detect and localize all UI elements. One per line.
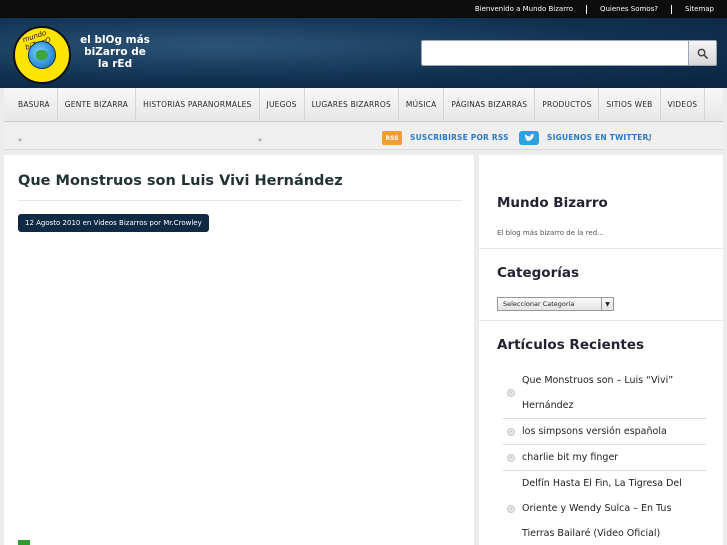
list-item[interactable]: › Que Monstruos son – Luis “Vivi” Hernánd… (503, 368, 706, 419)
widget-title-categorias: Categorías (497, 265, 579, 281)
globe-icon (28, 41, 56, 69)
search-icon (697, 48, 708, 59)
list-item[interactable]: › charlie bit my finger (503, 445, 706, 471)
site-logo[interactable]: mundo biZarrO (13, 26, 71, 84)
category-select-value: Seleccionar Categoría (503, 300, 575, 308)
bullet-icon: › (507, 453, 515, 462)
subnav-dot: » (258, 136, 263, 144)
sidebar: Mundo Bizarro El blog más bizarro de la … (479, 155, 723, 545)
nav-item-productos[interactable]: PRODUCTOS (535, 87, 600, 122)
rss-icon-label: RSS (385, 134, 399, 142)
bullet-icon: › (507, 389, 515, 397)
list-item[interactable]: › Delfín Hasta El Fin, La Tigresa Del Ori… (503, 471, 706, 545)
nav-item-paginas-bizarras[interactable]: PÁGINAS BIZARRAS (444, 87, 536, 122)
nav-item-historias-paranormales[interactable]: HISTORIAS PARANORMALES (136, 87, 260, 122)
list-item[interactable]: › los simpsons versión española (503, 419, 706, 445)
sitemap-link[interactable]: Sitemap (672, 5, 727, 13)
category-select[interactable]: Seleccionar Categoría ▼ (497, 297, 614, 311)
recent-article-link[interactable]: los simpsons versión española (522, 426, 667, 437)
nav-item-gente-bizarra[interactable]: GENTE BIZARRA (58, 87, 137, 122)
widget-title-articulos-recientes: Artículos Recientes (497, 337, 645, 353)
search-input[interactable] (421, 40, 689, 66)
main-content: Que Monstruos son Luis Vivi Hernández 12… (4, 155, 474, 545)
post-title[interactable]: Que Monstruos son Luis Vivi Hernández (18, 173, 343, 189)
twitter-bird-icon (524, 133, 535, 141)
rss-subscribe-link[interactable]: SUSCRIBIRSE POR RSS (410, 133, 509, 142)
nav-item-videos[interactable]: VIDEOS (661, 87, 706, 122)
top-bar: Bienvenido a Mundo Bizarro Quienes Somos… (0, 0, 727, 18)
widget-title-mundo-bizarro: Mundo Bizarro (497, 195, 608, 211)
search-bar (421, 40, 717, 66)
site-header: mundo biZarrO el blOg más biZarro de la … (0, 18, 727, 88)
nav-item-lugares-bizarros[interactable]: LUGARES BIZARROS (305, 87, 399, 122)
search-button[interactable] (689, 40, 717, 66)
post-meta: 12 Agosto 2010 en Videos Bizarros por Mr… (18, 214, 209, 232)
widget-divider (479, 248, 723, 249)
bullet-icon: › (507, 427, 515, 436)
twitter-icon[interactable] (519, 131, 539, 145)
recent-article-link[interactable]: charlie bit my finger (522, 452, 618, 463)
main-nav: BASURA GENTE BIZARRA HISTORIAS PARANORMA… (4, 87, 723, 122)
nav-item-basura[interactable]: BASURA (4, 87, 58, 122)
nav-item-musica[interactable]: MÚSICA (399, 87, 445, 122)
widget-divider (479, 320, 723, 321)
recent-article-link[interactable]: Que Monstruos son – Luis “Vivi” Hernánde… (522, 375, 673, 411)
subnav-dot: » (18, 136, 23, 144)
nav-item-juegos[interactable]: JUEGOS (260, 87, 305, 122)
title-divider (18, 200, 462, 201)
top-links: Bienvenido a Mundo Bizarro Quienes Somos… (462, 0, 727, 18)
bullet-icon: › (507, 504, 515, 513)
recent-article-link[interactable]: Delfín Hasta El Fin, La Tigresa Del Orie… (522, 478, 682, 539)
recent-articles-list: › Que Monstruos son – Luis “Vivi” Hernánd… (503, 368, 706, 545)
subnav-dot: » (647, 136, 652, 144)
rss-icon[interactable]: RSS (382, 131, 402, 145)
welcome-link[interactable]: Bienvenido a Mundo Bizarro (462, 5, 586, 13)
twitter-follow-link[interactable]: SIGUENOS EN TWITTER! (547, 133, 652, 142)
sub-nav: » » RSS SUSCRIBIRSE POR RSS SIGUENOS EN … (4, 123, 723, 150)
globe-land (36, 50, 48, 60)
site-tagline: el blOg más biZarro de la rEd (80, 34, 150, 70)
nav-item-sitios-web[interactable]: SITIOS WEB (599, 87, 661, 122)
green-marker (18, 540, 30, 545)
chevron-down-icon: ▼ (601, 298, 613, 310)
widget-description: El blog más bizarro de la red... (497, 229, 604, 237)
about-link[interactable]: Quienes Somos? (587, 5, 671, 13)
